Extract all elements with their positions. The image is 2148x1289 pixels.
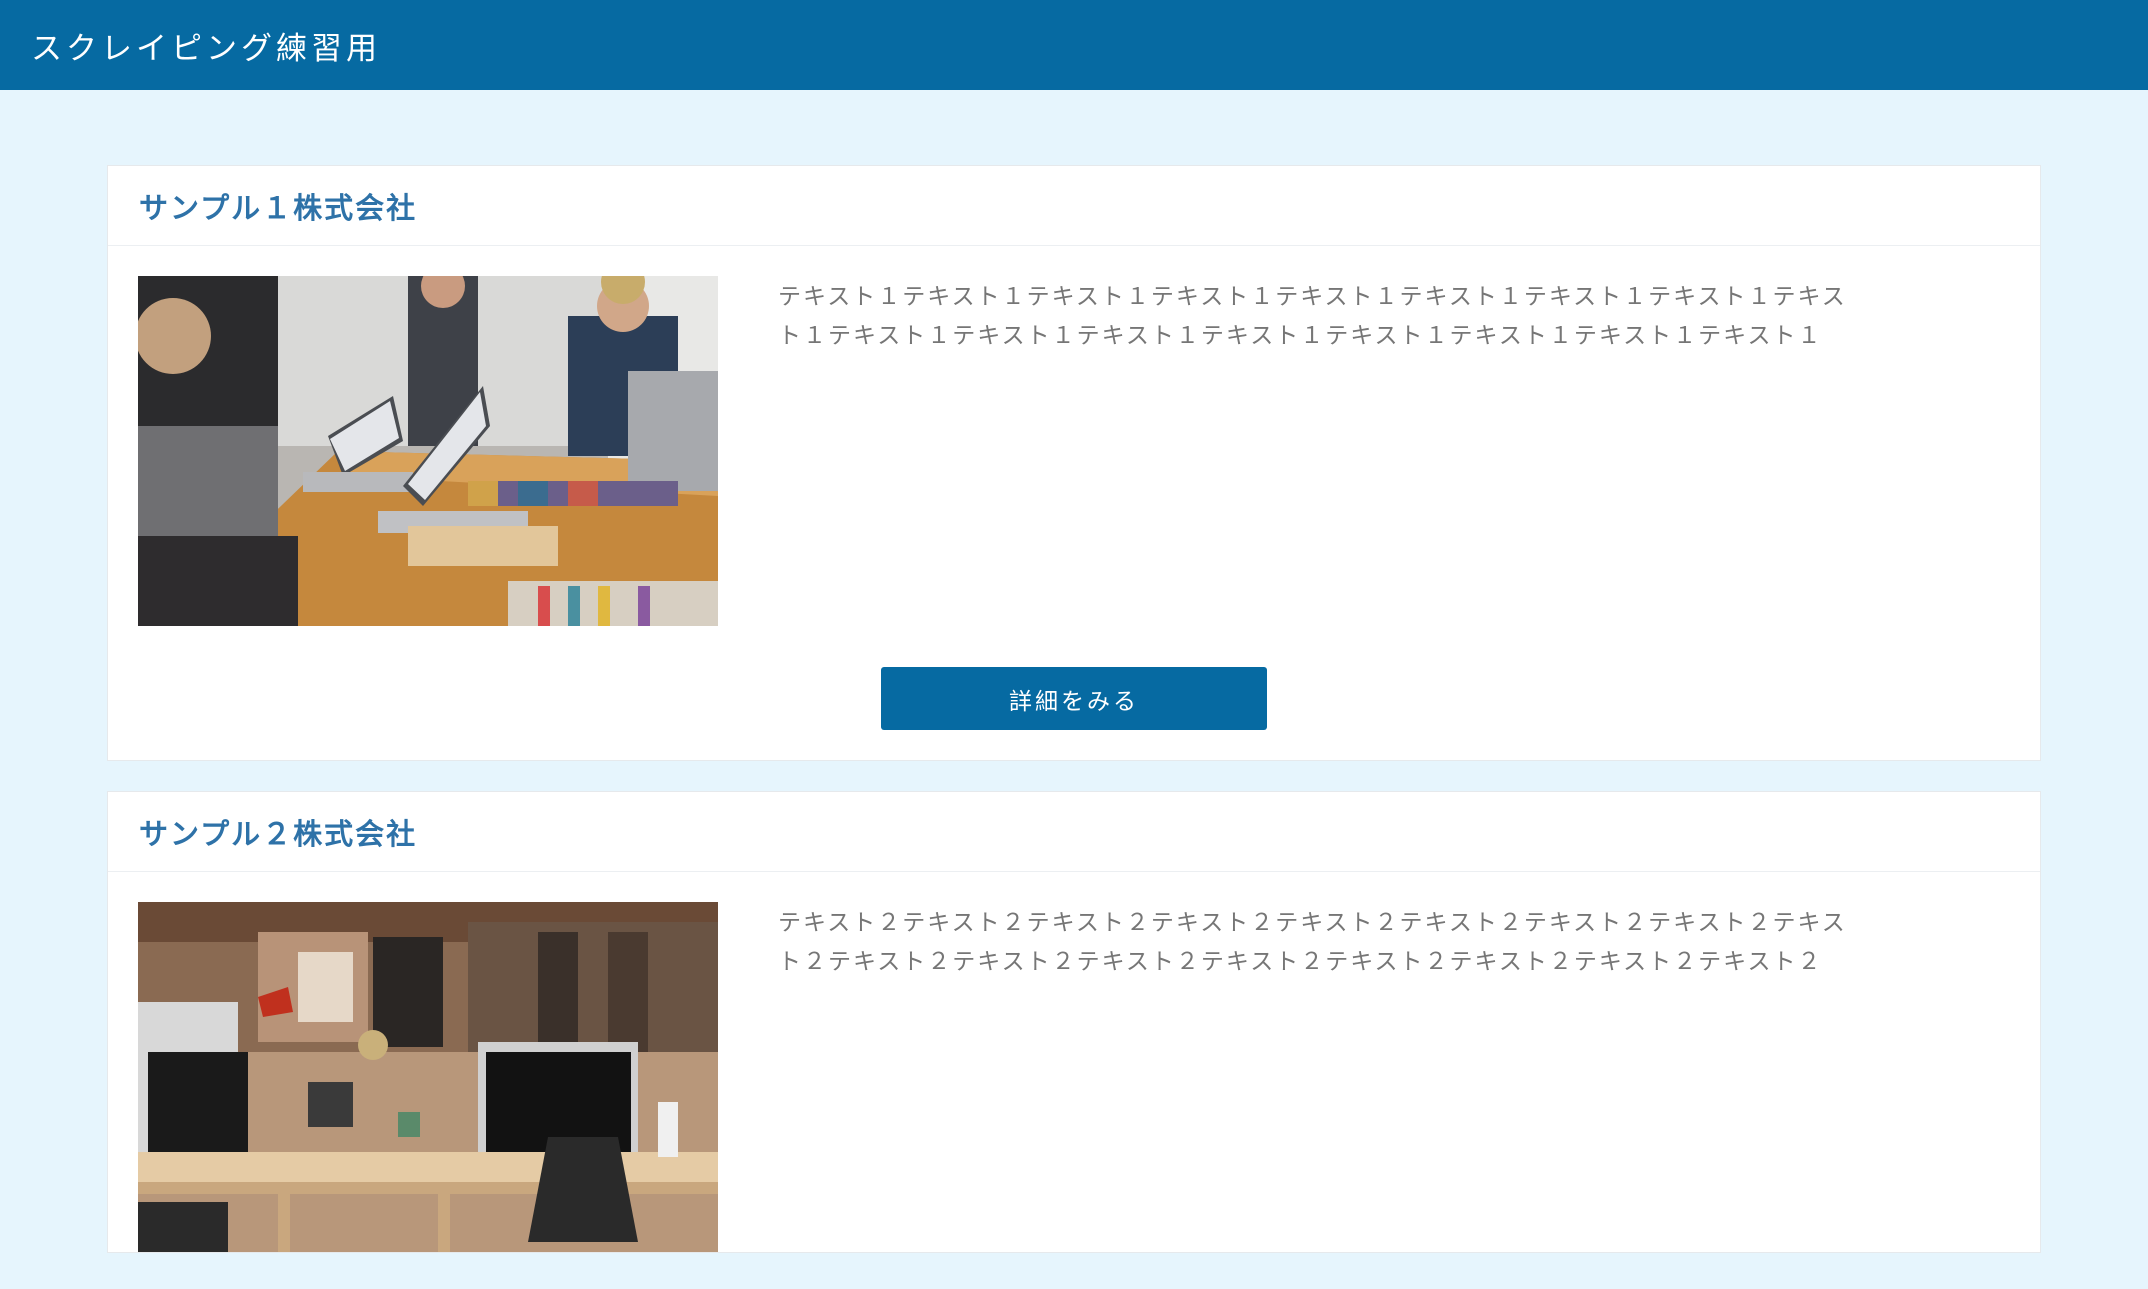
main-content: サンプル１株式会社 テキスト１テキスト１テキスト１テキスト１テキスト１テキスト１… xyxy=(0,90,2148,1253)
site-header: スクレイピング練習用 xyxy=(0,0,2148,90)
company-description: テキスト１テキスト１テキスト１テキスト１テキスト１テキスト１テキスト１テキスト１… xyxy=(778,284,1847,349)
site-title: スクレイピング練習用 xyxy=(31,30,381,67)
meeting-photo xyxy=(138,276,718,626)
card-footer: 詳細をみる xyxy=(108,626,2040,760)
card-header: サンプル１株式会社 xyxy=(108,166,2040,246)
company-name: サンプル２株式会社 xyxy=(139,816,418,851)
card-header: サンプル２株式会社 xyxy=(108,792,2040,872)
details-button[interactable]: 詳細をみる xyxy=(881,667,1267,730)
company-description: テキスト２テキスト２テキスト２テキスト２テキスト２テキスト２テキスト２テキスト２… xyxy=(778,910,1847,975)
card-body: テキスト２テキスト２テキスト２テキスト２テキスト２テキスト２テキスト２テキスト２… xyxy=(108,872,2040,1252)
company-name: サンプル１株式会社 xyxy=(139,190,418,225)
office-photo xyxy=(138,902,718,1252)
company-card: サンプル２株式会社 テキスト２テキスト２テキスト２テキスト２テキスト２テキスト２… xyxy=(107,791,2041,1253)
company-card: サンプル１株式会社 テキスト１テキスト１テキスト１テキスト１テキスト１テキスト１… xyxy=(107,165,2041,761)
card-body: テキスト１テキスト１テキスト１テキスト１テキスト１テキスト１テキスト１テキスト１… xyxy=(108,246,2040,626)
